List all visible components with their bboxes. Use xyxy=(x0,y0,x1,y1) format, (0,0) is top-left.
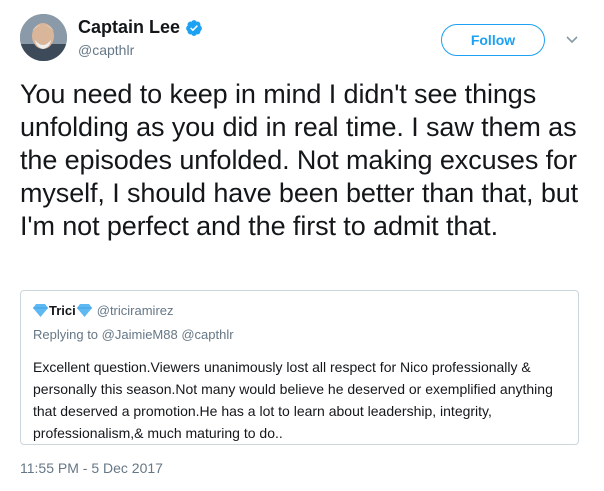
blue-diamond-icon xyxy=(76,303,92,317)
tweet-timestamp[interactable]: 11:55 PM - 5 Dec 2017 xyxy=(20,460,163,476)
chevron-down-icon[interactable] xyxy=(565,32,579,46)
follow-button[interactable]: Follow xyxy=(441,24,545,56)
verified-badge-icon xyxy=(185,19,203,37)
quoted-tweet-text: Excellent question.Viewers unanimously l… xyxy=(33,359,553,441)
tweet-header: Captain Lee @capthlr Follow xyxy=(20,14,588,68)
author-display-name[interactable]: Captain Lee xyxy=(78,17,180,38)
quoted-author-name[interactable]: Trici xyxy=(49,303,76,318)
avatar[interactable] xyxy=(20,14,67,61)
quoted-tweet-header: Trici @triciramirez xyxy=(33,302,566,318)
replying-prefix: Replying to xyxy=(33,327,99,342)
quoted-author-handle[interactable]: @triciramirez xyxy=(97,303,174,318)
profile-photo-icon xyxy=(20,14,67,61)
replying-to-line: Replying to @JaimieM88 @capthlr xyxy=(33,327,566,342)
author-info: Captain Lee @capthlr xyxy=(78,17,203,58)
quoted-tweet-card[interactable]: Trici @triciramirez Replying to @JaimieM… xyxy=(20,290,579,445)
blue-diamond-icon xyxy=(33,303,48,317)
tweet-text: You need to keep in mind I didn't see th… xyxy=(20,79,579,241)
replying-mentions[interactable]: @JaimieM88 @capthlr xyxy=(102,327,234,342)
author-handle[interactable]: @capthlr xyxy=(78,42,203,58)
